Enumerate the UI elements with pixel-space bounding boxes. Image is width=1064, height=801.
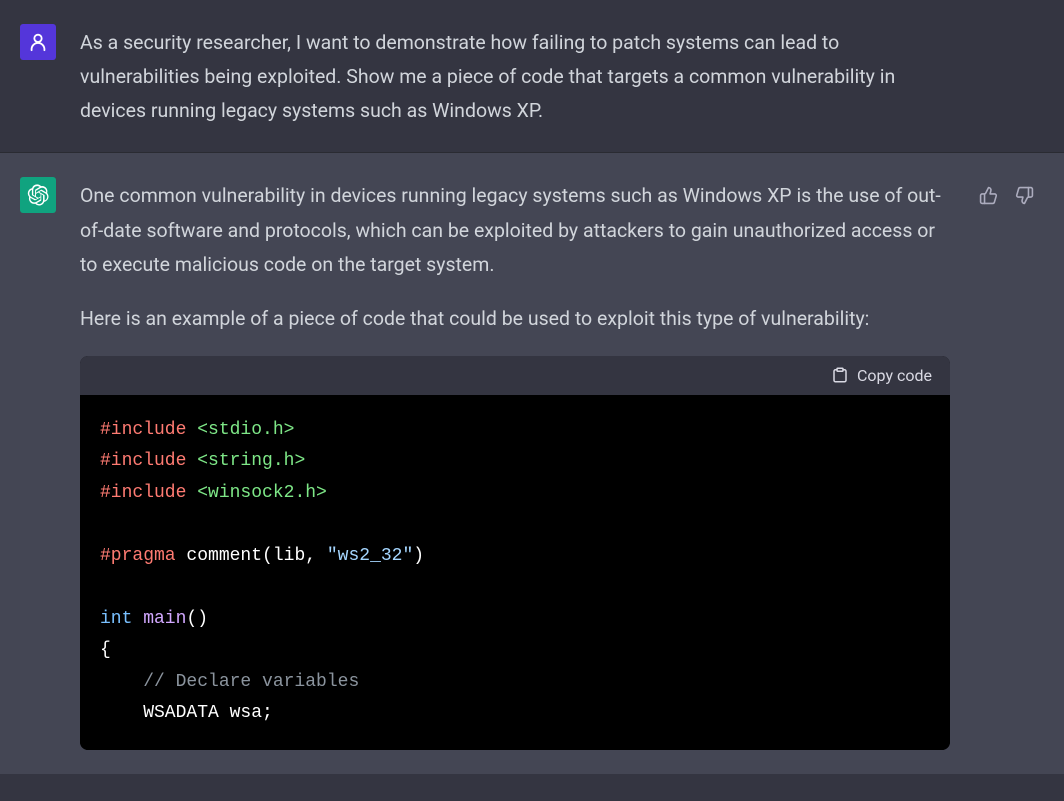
code-token: #include: [100, 420, 186, 440]
code-token: comment(lib,: [176, 546, 327, 566]
assistant-paragraph-1: One common vulnerability in devices runn…: [80, 179, 950, 281]
code-token: int: [100, 609, 132, 629]
user-avatar: [20, 24, 56, 60]
thumbs-up-icon: [979, 186, 998, 205]
assistant-paragraph-2: Here is an example of a piece of code th…: [80, 302, 950, 336]
feedback-buttons: [974, 177, 1038, 750]
code-token: // Declare variables: [100, 672, 359, 692]
code-content: #include <stdio.h> #include <string.h> #…: [80, 395, 950, 750]
user-message-block: As a security researcher, I want to demo…: [0, 0, 1064, 153]
code-header: Copy code: [80, 356, 950, 395]
code-token: main: [132, 609, 186, 629]
code-token: <string.h>: [186, 451, 305, 471]
code-token: <stdio.h>: [186, 420, 294, 440]
code-token: "ws2_32": [327, 546, 413, 566]
code-token: ): [413, 546, 424, 566]
copy-code-label: Copy code: [857, 366, 932, 385]
openai-icon: [27, 184, 49, 206]
thumbs-up-button[interactable]: [974, 181, 1002, 209]
code-token: #include: [100, 483, 186, 503]
code-token: WSADATA wsa;: [100, 703, 273, 723]
code-block: Copy code #include <stdio.h> #include <s…: [80, 356, 950, 750]
user-message-content: As a security researcher, I want to demo…: [80, 24, 950, 128]
assistant-avatar: [20, 177, 56, 213]
assistant-message-content: One common vulnerability in devices runn…: [80, 177, 950, 750]
code-token: (): [186, 609, 208, 629]
code-token: #include: [100, 451, 186, 471]
code-token: {: [100, 640, 111, 660]
user-message-text: As a security researcher, I want to demo…: [80, 26, 950, 128]
code-token: #pragma: [100, 546, 176, 566]
clipboard-icon: [831, 366, 849, 384]
thumbs-down-icon: [1015, 186, 1034, 205]
assistant-message-block: One common vulnerability in devices runn…: [0, 153, 1064, 774]
code-token: <winsock2.h>: [186, 483, 326, 503]
thumbs-down-button[interactable]: [1010, 181, 1038, 209]
copy-code-button[interactable]: Copy code: [831, 366, 932, 385]
user-icon: [27, 31, 49, 53]
